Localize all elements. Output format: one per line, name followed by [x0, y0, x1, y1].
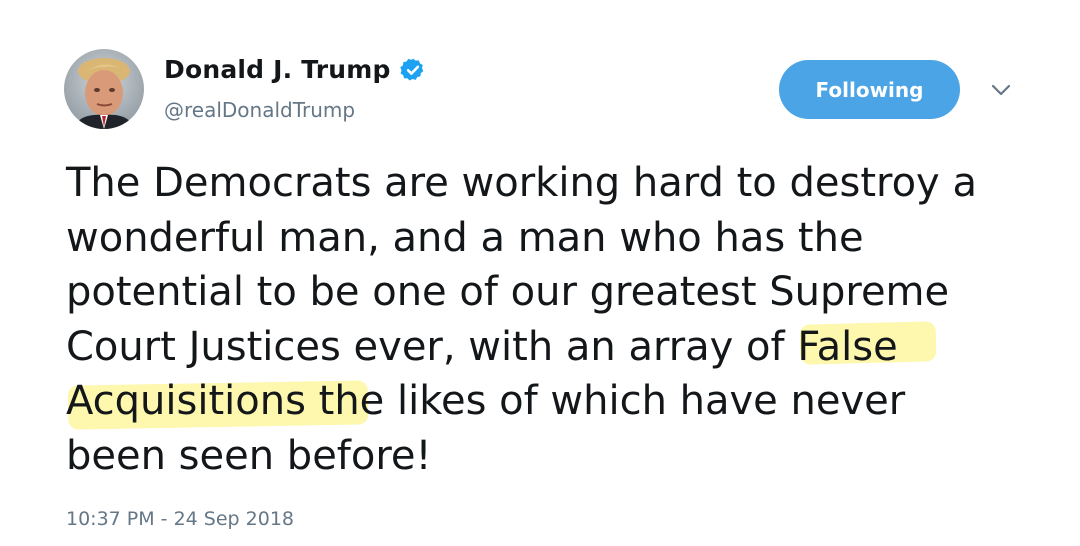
tweet-text-line: been seen before! [66, 432, 432, 479]
chevron-down-icon[interactable] [988, 80, 1014, 100]
tweet-text-line: The Democrats are working hard to destro… [66, 160, 977, 206]
tweet-text-line: Court Justices ever, with an array of Fa… [66, 323, 898, 370]
verified-badge-icon [399, 57, 426, 83]
tweet-timestamp[interactable]: 10:37 PM - 24 Sep 2018 [66, 505, 294, 533]
tweet-text-line: potential to be one of our greatest Supr… [66, 269, 950, 315]
author-name-row: Donald J. Trump [164, 51, 426, 89]
tweet-text-line: Acquisitions the likes of which have nev… [66, 378, 906, 424]
tweet-text-line: wonderful man, and a man who has the [66, 214, 864, 261]
author-name[interactable]: Donald J. Trump [164, 51, 391, 89]
tweet-text: The Democrats are working hard to destro… [66, 156, 1056, 483]
following-button[interactable]: Following [779, 60, 960, 119]
avatar[interactable] [64, 49, 144, 129]
author-handle[interactable]: @realDonaldTrump [164, 95, 355, 125]
